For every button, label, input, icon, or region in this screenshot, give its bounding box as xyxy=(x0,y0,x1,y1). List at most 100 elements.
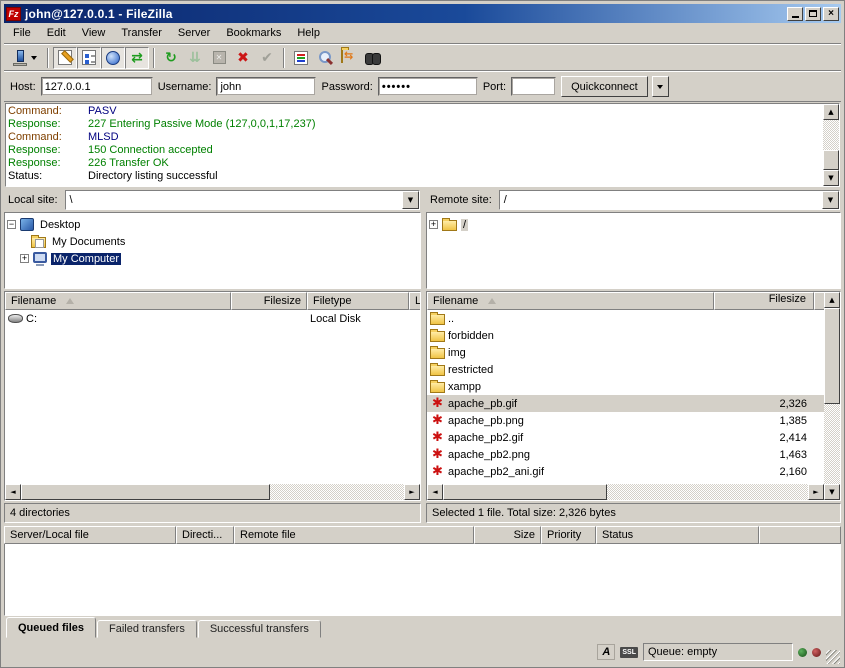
column-header-filesize[interactable]: Filesize xyxy=(714,292,814,310)
menu-bookmarks[interactable]: Bookmarks xyxy=(218,24,289,42)
username-input[interactable] xyxy=(216,77,316,96)
remote-folder-row[interactable]: restricted xyxy=(427,361,824,378)
filezilla-window: Fz john@127.0.0.1 - FileZilla × File Edi… xyxy=(0,0,845,668)
quickconnect-bar: Host: Username: Password: Port: Quickcon… xyxy=(4,71,841,102)
toggle-local-treeview-button[interactable] xyxy=(77,47,101,69)
local-list-header: Filename Filesize Filetype L xyxy=(5,292,420,310)
remote-folder-row[interactable]: forbidden xyxy=(427,327,824,344)
log-line: Response:227 Entering Passive Mode (127,… xyxy=(8,118,823,131)
password-input[interactable] xyxy=(378,77,478,96)
scroll-down-button[interactable]: ▼ xyxy=(824,484,840,500)
column-header-filesize[interactable]: Filesize xyxy=(231,292,307,310)
menu-edit[interactable]: Edit xyxy=(39,24,74,42)
tab-failed-transfers[interactable]: Failed transfers xyxy=(97,620,197,638)
file-search-button[interactable] xyxy=(313,47,337,69)
filter-button[interactable] xyxy=(289,47,313,69)
scrollbar-thumb[interactable] xyxy=(21,484,270,500)
expand-expander[interactable]: + xyxy=(429,220,438,229)
scrollbar-thumb[interactable] xyxy=(823,150,839,170)
toggle-remote-treeview-button[interactable] xyxy=(101,47,125,69)
expand-expander[interactable]: + xyxy=(20,254,29,263)
maximize-button[interactable] xyxy=(805,7,821,21)
remote-file-row[interactable]: ✱apache_pb2.png1,463 xyxy=(427,446,824,463)
folder-icon xyxy=(430,382,445,393)
refresh-button[interactable]: ↻ xyxy=(159,47,183,69)
column-header-remote-file[interactable]: Remote file xyxy=(234,526,474,544)
transfer-type-icon: A xyxy=(597,644,615,660)
status-bar: A SSL Queue: empty xyxy=(4,638,841,664)
search-icon xyxy=(318,50,333,65)
process-queue-button[interactable]: ⇊ xyxy=(183,47,207,69)
column-header-status[interactable]: Status xyxy=(596,526,759,544)
toggle-message-log-button[interactable] xyxy=(53,47,77,69)
cancel-operation-button[interactable]: ✕ xyxy=(207,47,231,69)
disconnect-button[interactable]: ✖ xyxy=(231,47,255,69)
quickconnect-dropdown-button[interactable] xyxy=(652,76,669,97)
scroll-left-button[interactable]: ◄ xyxy=(427,484,443,500)
log-vertical-scrollbar[interactable]: ▲ ▼ xyxy=(823,104,839,186)
resize-grip[interactable] xyxy=(826,650,840,664)
site-manager-button[interactable] xyxy=(7,47,43,69)
tree-item-desktop[interactable]: − Desktop xyxy=(7,216,418,233)
tree-item-my-computer[interactable]: + My Computer xyxy=(20,250,418,267)
port-input[interactable] xyxy=(511,77,556,96)
menu-help[interactable]: Help xyxy=(289,24,328,42)
column-header-filetype[interactable]: Filetype xyxy=(307,292,409,310)
scroll-up-button[interactable]: ▲ xyxy=(824,292,840,308)
remote-panel: Remote site: / ▼ + / Filename Filesize xyxy=(426,189,841,523)
minimize-button[interactable] xyxy=(787,7,803,21)
local-treeview-icon xyxy=(82,50,96,65)
reconnect-button[interactable]: ✔ xyxy=(255,47,279,69)
host-input[interactable] xyxy=(41,77,153,96)
title-bar: Fz john@127.0.0.1 - FileZilla × xyxy=(4,4,841,23)
remote-file-row-selected[interactable]: ✱apache_pb.gif2,326 xyxy=(427,395,824,412)
sync-browse-icon: ⇆ xyxy=(341,50,357,66)
close-button[interactable]: × xyxy=(823,7,839,21)
column-header-size[interactable]: Size xyxy=(474,526,541,544)
remote-file-row[interactable]: ✱apache_pb2.gif2,414 xyxy=(427,429,824,446)
tab-queued-files[interactable]: Queued files xyxy=(6,617,96,638)
tree-item-root[interactable]: + / xyxy=(429,216,838,233)
column-header-lastmodified[interactable]: L xyxy=(409,292,420,310)
column-header-direction[interactable]: Directi... xyxy=(176,526,234,544)
remote-site-combobox[interactable]: / ▼ xyxy=(499,190,840,210)
local-horizontal-scrollbar[interactable]: ◄ ► xyxy=(5,484,420,500)
scrollbar-thumb[interactable] xyxy=(443,484,607,500)
column-header-filename[interactable]: Filename xyxy=(427,292,714,310)
scroll-left-button[interactable]: ◄ xyxy=(5,484,21,500)
local-site-combobox[interactable]: \ ▼ xyxy=(65,190,420,210)
synchronized-browsing-button[interactable]: ⇆ xyxy=(337,47,361,69)
scroll-down-button[interactable]: ▼ xyxy=(823,170,839,186)
remote-file-row[interactable]: ✱apache_pb2_ani.gif2,160 xyxy=(427,463,824,480)
remote-site-row: Remote site: / ▼ xyxy=(426,189,841,212)
menu-server[interactable]: Server xyxy=(170,24,218,42)
collapse-expander[interactable]: − xyxy=(7,220,16,229)
tree-item-my-documents[interactable]: My Documents xyxy=(31,233,418,250)
activity-led-green-icon xyxy=(798,648,807,657)
scroll-up-button[interactable]: ▲ xyxy=(823,104,839,120)
queue-body xyxy=(4,544,841,616)
directory-comparison-button[interactable] xyxy=(361,47,385,69)
tab-successful-transfers[interactable]: Successful transfers xyxy=(198,620,321,638)
remote-vertical-scrollbar[interactable]: ▲ ▼ xyxy=(824,292,840,500)
menu-file[interactable]: File xyxy=(5,24,39,42)
local-site-dropdown-button[interactable]: ▼ xyxy=(402,191,419,209)
scroll-right-button[interactable]: ► xyxy=(808,484,824,500)
column-header-priority[interactable]: Priority xyxy=(541,526,596,544)
quickconnect-button[interactable]: Quickconnect xyxy=(561,76,648,97)
toggle-queue-button[interactable]: ⇄ xyxy=(125,47,149,69)
menu-view[interactable]: View xyxy=(74,24,114,42)
remote-folder-row[interactable]: img xyxy=(427,344,824,361)
scrollbar-thumb[interactable] xyxy=(824,308,840,404)
menu-transfer[interactable]: Transfer xyxy=(113,24,170,42)
remote-site-dropdown-button[interactable]: ▼ xyxy=(822,191,839,209)
remote-folder-row[interactable]: xampp xyxy=(427,378,824,395)
image-file-icon: ✱ xyxy=(430,431,445,444)
local-file-row[interactable]: C: Local Disk xyxy=(5,310,420,327)
column-header-filename[interactable]: Filename xyxy=(5,292,231,310)
remote-horizontal-scrollbar[interactable]: ◄ ► xyxy=(427,484,824,500)
remote-file-row[interactable]: ✱apache_pb.png1,385 xyxy=(427,412,824,429)
remote-folder-row[interactable]: .. xyxy=(427,310,824,327)
scroll-right-button[interactable]: ► xyxy=(404,484,420,500)
column-header-server-local-file[interactable]: Server/Local file xyxy=(4,526,176,544)
